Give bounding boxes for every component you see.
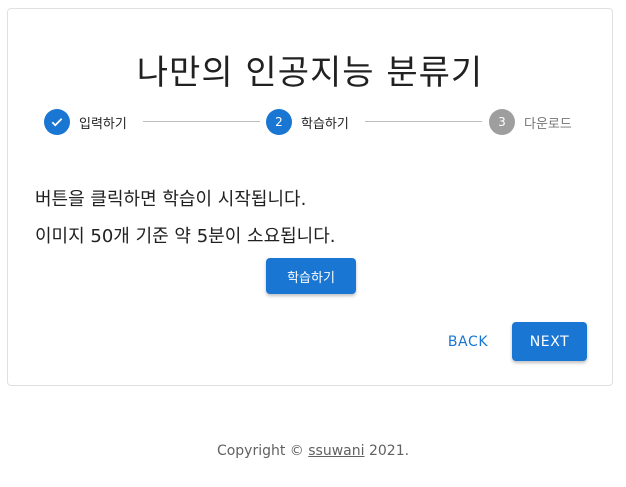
- footer-suffix: 2021.: [364, 443, 410, 459]
- step-connector: [143, 121, 260, 122]
- page-title: 나만의 인공지능 분류기: [136, 53, 484, 93]
- step-label-input: 입력하기: [79, 116, 127, 132]
- stepper-card: 나만의 인공지능 분류기 입력하기 2 학습하기 3 다운로드 버튼을 클릭하면…: [7, 8, 613, 386]
- next-button[interactable]: NEXT: [512, 322, 587, 361]
- footer-prefix: Copyright ©: [216, 443, 309, 459]
- author-link[interactable]: ssuwani: [308, 443, 364, 459]
- check-icon: [44, 109, 70, 135]
- back-button[interactable]: BACK: [438, 324, 498, 360]
- duration-text: 이미지 50개 기준 약 5분이 소요됩니다.: [35, 226, 336, 247]
- step-input: 입력하기: [44, 108, 127, 136]
- stepper: 입력하기 2 학습하기 3 다운로드: [8, 108, 612, 136]
- step-connector: [365, 121, 482, 122]
- step-label-train: 학습하기: [301, 116, 349, 132]
- step-download: 3 다운로드: [489, 108, 572, 136]
- step-label-download: 다운로드: [524, 116, 572, 132]
- step-number-download: 3: [489, 109, 515, 135]
- footer: Copyright © ssuwani 2021.: [0, 443, 626, 459]
- step-train: 2 학습하기: [266, 108, 349, 136]
- step-number-train: 2: [266, 109, 292, 135]
- instruction-text: 버튼을 클릭하면 학습이 시작됩니다.: [35, 189, 307, 210]
- train-button[interactable]: 학습하기: [266, 258, 356, 294]
